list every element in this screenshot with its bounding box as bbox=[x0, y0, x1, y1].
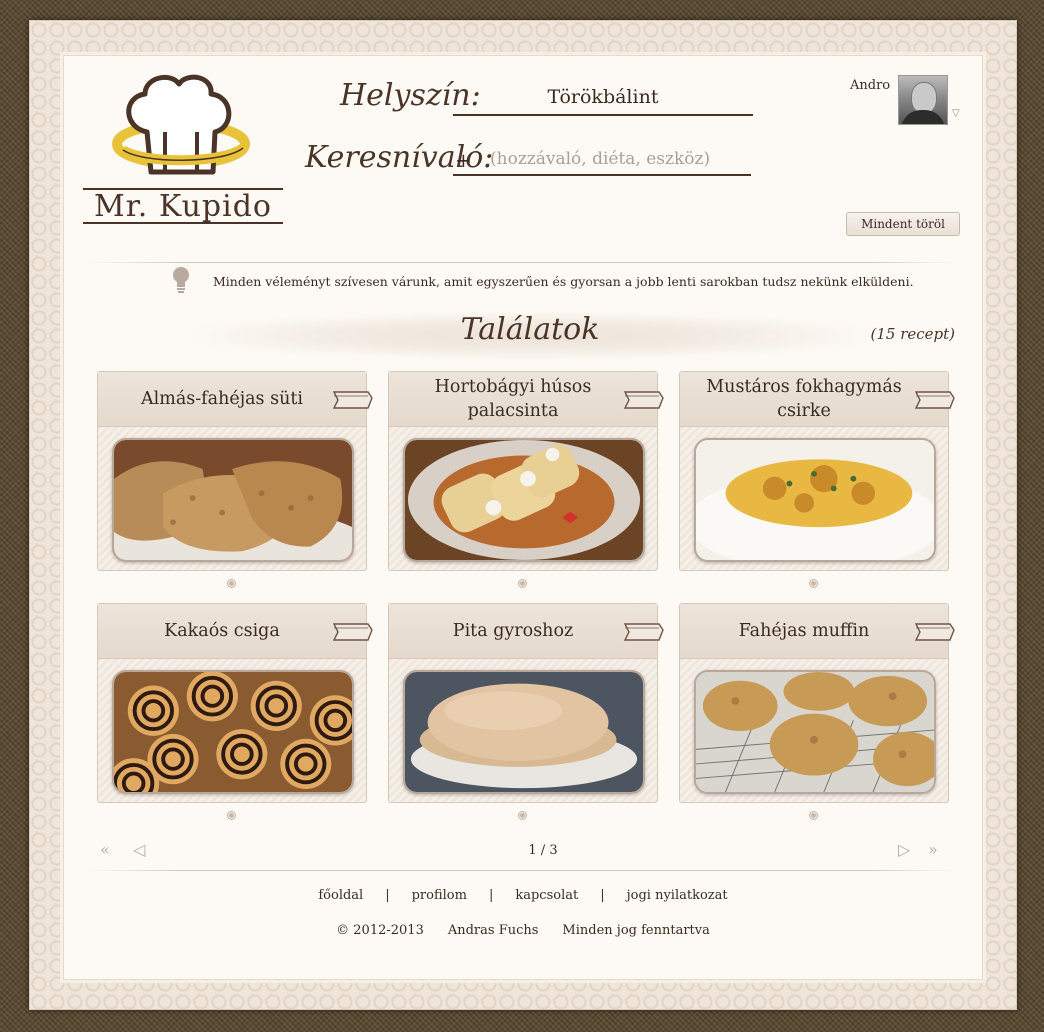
favorite-dot[interactable] bbox=[809, 579, 818, 588]
ribbon-icon bbox=[623, 391, 664, 409]
add-ingredient-plus[interactable]: + bbox=[455, 148, 472, 172]
recipe-card[interactable]: Pita gyroshoz bbox=[388, 603, 664, 803]
recipe-image[interactable] bbox=[694, 670, 936, 794]
ribbon-icon bbox=[623, 623, 664, 641]
recipe-title[interactable]: Mustáros fokhagymás csirke bbox=[680, 372, 948, 427]
copyright-years: © 2012-2013 bbox=[336, 923, 424, 938]
footer-divider bbox=[88, 870, 958, 871]
favorite-dot[interactable] bbox=[518, 579, 527, 588]
footer-link-home[interactable]: főoldal bbox=[318, 888, 363, 903]
recipe-card[interactable]: Hortobágyi húsos palacsinta bbox=[388, 371, 664, 571]
double-left-icon[interactable]: « bbox=[100, 840, 110, 859]
lightbulb-icon bbox=[173, 267, 189, 293]
copyright-line: © 2012-2013 Andras Fuchs Minden jog fenn… bbox=[330, 923, 716, 938]
footer-separator: | bbox=[385, 888, 390, 903]
ribbon-icon bbox=[332, 391, 373, 409]
avatar[interactable] bbox=[898, 75, 948, 125]
footer-separator: | bbox=[488, 888, 494, 903]
brand-name: Mr. Kupido bbox=[83, 188, 283, 224]
recipe-title[interactable]: Fahéjas muffin bbox=[680, 604, 948, 659]
recipe-card[interactable]: Fahéjas muffin bbox=[679, 603, 955, 803]
avatar-shirt bbox=[901, 110, 945, 124]
page-indicator: 1 / 3 bbox=[528, 843, 558, 858]
query-underline bbox=[453, 174, 751, 176]
footer-link-legal[interactable]: jogi nyilatkozat bbox=[627, 888, 728, 903]
double-right-icon[interactable]: » bbox=[928, 840, 938, 859]
recipe-image[interactable] bbox=[112, 438, 354, 562]
ribbon-icon bbox=[914, 391, 955, 409]
location-underline bbox=[453, 114, 753, 116]
right-icon[interactable]: ▷ bbox=[898, 840, 910, 859]
location-field[interactable]: Törökbálint bbox=[453, 86, 753, 108]
recipe-image[interactable] bbox=[403, 670, 645, 794]
favorite-dot[interactable] bbox=[227, 811, 236, 820]
footer-link-profile[interactable]: profilom bbox=[412, 888, 467, 903]
recipe-title[interactable]: Almás-fahéjas süti bbox=[98, 372, 366, 427]
copyright-rights: Minden jog fenntartva bbox=[562, 923, 710, 938]
feedback-notice: Minden véleményt szívesen várunk, amit e… bbox=[213, 274, 914, 289]
recipe-card[interactable]: Kakaós csiga bbox=[97, 603, 373, 803]
recipe-image[interactable] bbox=[694, 438, 936, 562]
header-divider bbox=[88, 262, 958, 263]
copyright-author[interactable]: Andras Fuchs bbox=[448, 923, 539, 938]
search-input[interactable] bbox=[478, 145, 760, 173]
user-name[interactable]: Andro bbox=[850, 78, 890, 93]
favorite-dot[interactable] bbox=[809, 811, 818, 820]
recipe-title[interactable]: Hortobágyi húsos palacsinta bbox=[389, 372, 657, 427]
recipe-image[interactable] bbox=[403, 438, 645, 562]
footer-separator: | bbox=[600, 888, 605, 903]
favorite-dot[interactable] bbox=[518, 811, 527, 820]
ribbon-icon bbox=[332, 623, 373, 641]
left-icon[interactable]: ◁ bbox=[133, 840, 145, 859]
recipe-title[interactable]: Pita gyroshoz bbox=[389, 604, 657, 659]
ribbon-icon bbox=[914, 623, 955, 641]
recipe-card[interactable]: Mustáros fokhagymás csirke bbox=[679, 371, 955, 571]
favorite-dot[interactable] bbox=[227, 579, 236, 588]
recipe-image[interactable] bbox=[112, 670, 354, 794]
results-count: (15 recept) bbox=[870, 325, 955, 343]
results-title: Találatok bbox=[460, 312, 600, 347]
clear-all-button[interactable]: Mindent töröl bbox=[846, 212, 960, 236]
recipe-title[interactable]: Kakaós csiga bbox=[98, 604, 366, 659]
triangle-down-icon[interactable]: ▽ bbox=[952, 108, 960, 119]
footer-nav: főoldal | profilom | kapcsolat | jogi ny… bbox=[300, 888, 746, 903]
recipe-card[interactable]: Almás-fahéjas süti bbox=[97, 371, 373, 571]
footer-link-contact[interactable]: kapcsolat bbox=[515, 888, 578, 903]
